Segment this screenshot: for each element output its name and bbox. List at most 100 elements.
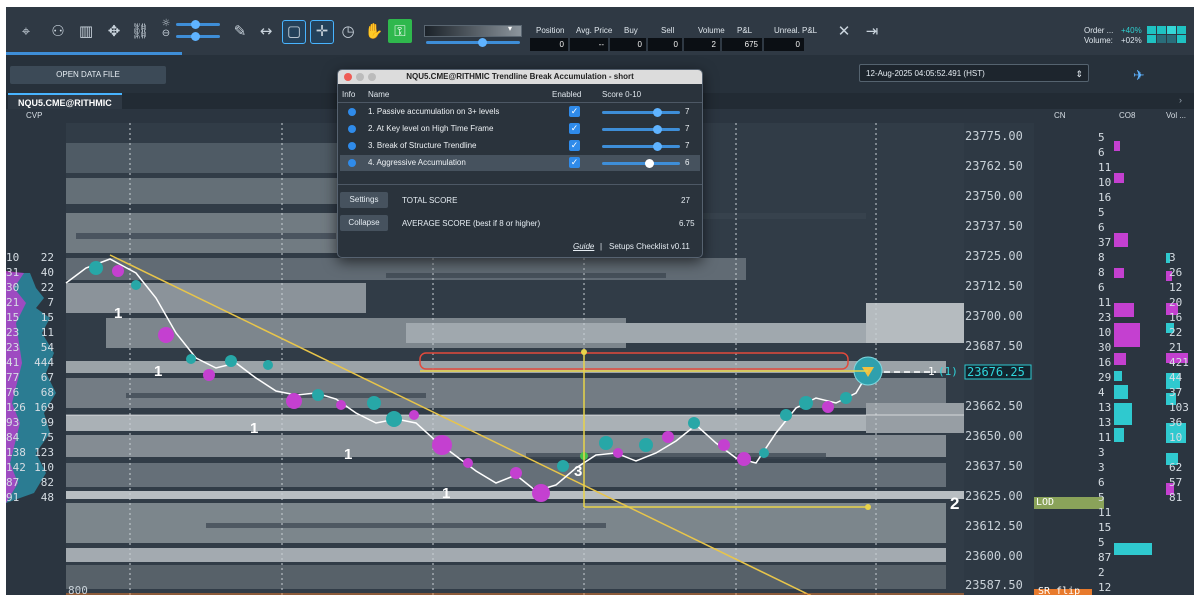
- pnl-value: 675: [722, 38, 762, 51]
- checklist-row[interactable]: 2. At Key level on High Time Frame ✓ 7: [340, 121, 700, 137]
- checklist-row[interactable]: 4. Aggressive Accumulation ✓ 6: [340, 155, 700, 171]
- price-label: 23750.00: [965, 189, 1023, 203]
- chat-icon[interactable]: ▢: [282, 20, 306, 44]
- co8-value: 3: [1098, 446, 1105, 459]
- timer-icon[interactable]: ◷: [338, 21, 358, 41]
- open-data-file-button[interactable]: OPEN DATA FILE: [10, 66, 166, 84]
- chevron-right-icon[interactable]: ›: [1179, 95, 1182, 105]
- enabled-checkbox[interactable]: ✓: [569, 157, 580, 168]
- co8-value: 11: [1098, 431, 1112, 444]
- setup-checklist-dialog[interactable]: NQU5.CME@RITHMIC Trendline Break Accumul…: [337, 69, 703, 258]
- cn-header[interactable]: CN: [1054, 111, 1066, 120]
- co8-value: 5: [1098, 536, 1105, 549]
- volume-value: 2: [684, 38, 720, 51]
- checklist-item-name: 2. At Key level on High Time Frame: [368, 124, 494, 133]
- price-label: 23762.50: [965, 159, 1023, 173]
- unreal-pnl-value: 0: [764, 38, 804, 51]
- volume-label: Volume:: [1084, 36, 1113, 45]
- collapse-button[interactable]: Collapse: [340, 215, 388, 231]
- current-price-label: 23676.25: [967, 365, 1025, 379]
- co8-value: 23: [1098, 311, 1112, 324]
- enabled-checkbox[interactable]: ✓: [569, 140, 580, 151]
- brightness-icon[interactable]: ☼ ⊖: [156, 19, 176, 39]
- sell-value: 0: [648, 38, 682, 51]
- checklist-row[interactable]: 3. Break of Structure Trendline ✓ 7: [340, 138, 700, 154]
- guide-link[interactable]: Guide: [573, 242, 594, 251]
- wave-label: 1: [114, 305, 123, 322]
- score-value: 6: [685, 158, 690, 167]
- vol-header[interactable]: Vol ...: [1166, 111, 1186, 120]
- hand-icon[interactable]: ✋: [364, 21, 384, 41]
- score-slider[interactable]: [602, 142, 680, 151]
- score-value: 7: [685, 141, 690, 150]
- co8-value: 37: [1098, 236, 1112, 249]
- contrast-slider[interactable]: [176, 32, 220, 41]
- stepper-icon[interactable]: ⇕: [1075, 65, 1083, 83]
- co8-value: 3: [1098, 461, 1105, 474]
- co8-header[interactable]: CO8: [1119, 111, 1135, 120]
- drag-icon[interactable]: ✥: [104, 21, 124, 41]
- info-icon[interactable]: [348, 159, 356, 167]
- link-icon[interactable]: ⛓: [130, 21, 150, 41]
- avg-price-header: Avg. Price: [576, 26, 613, 35]
- price-label: 23600.00: [965, 549, 1023, 563]
- score-slider[interactable]: [602, 159, 680, 168]
- co8-value: 11: [1098, 506, 1112, 519]
- vol-value: 37: [1169, 386, 1183, 399]
- brightness-slider[interactable]: [176, 20, 220, 29]
- maximize-window-icon[interactable]: [368, 73, 376, 81]
- cvp-row: 93 99: [6, 416, 54, 429]
- settings-button[interactable]: Settings: [340, 192, 388, 208]
- drawing-pencil-icon[interactable]: ✎: [230, 21, 250, 41]
- sr-flip-label: SR flip: [1038, 586, 1081, 595]
- enabled-checkbox[interactable]: ✓: [569, 123, 580, 134]
- checklist-row[interactable]: 1. Passive accumulation on 3+ levels ✓ 7: [340, 104, 700, 120]
- version-label: Setups Checklist v0.11: [609, 242, 690, 251]
- lod-label: LOD: [1036, 497, 1055, 508]
- cvp-row: 87 82: [6, 476, 54, 489]
- vol-value: 36: [1169, 416, 1183, 429]
- vol-value: 16: [1169, 311, 1183, 324]
- pin-icon[interactable]: ✈: [1133, 67, 1145, 84]
- bar-chart-icon[interactable]: ▥: [76, 21, 96, 41]
- exit-icon[interactable]: ⇥: [862, 21, 882, 41]
- order-marker[interactable]: 1: [928, 365, 935, 378]
- co8-value: 16: [1098, 191, 1112, 204]
- minimize-window-icon[interactable]: [356, 73, 364, 81]
- price-label: 23662.50: [965, 399, 1023, 413]
- cvp-header[interactable]: CVP: [26, 111, 42, 120]
- co8-value: 6: [1098, 221, 1105, 234]
- tab-symbol[interactable]: NQU5.CME@RITHMIC: [8, 93, 122, 109]
- enabled-checkbox[interactable]: ✓: [569, 106, 580, 117]
- co8-value: 30: [1098, 341, 1112, 354]
- measure-icon[interactable]: ↔: [256, 21, 276, 41]
- target-icon[interactable]: ⌖: [16, 21, 36, 41]
- dialog-titlebar[interactable]: NQU5.CME@RITHMIC Trendline Break Accumul…: [338, 70, 702, 84]
- co8-value: 10: [1098, 176, 1112, 189]
- nodes-icon[interactable]: ⚇: [48, 21, 68, 41]
- datetime-field[interactable]: 12-Aug-2025 04:05:52.491 (HST) ⇕: [859, 64, 1089, 82]
- order-label: Order ...: [1084, 26, 1114, 35]
- info-icon[interactable]: [348, 125, 356, 133]
- checklist-item-name: 4. Aggressive Accumulation: [368, 158, 466, 167]
- score-slider[interactable]: [602, 125, 680, 134]
- info-icon[interactable]: [348, 108, 356, 116]
- crosshair-icon[interactable]: ✛: [310, 20, 334, 44]
- co8-value: 11: [1098, 296, 1112, 309]
- lock-icon[interactable]: ⚿: [388, 19, 412, 43]
- cvp-row: 126 169: [6, 401, 54, 414]
- co8-value: 6: [1098, 476, 1105, 489]
- info-icon[interactable]: [348, 142, 356, 150]
- chevron-down-icon[interactable]: ▾: [508, 24, 512, 33]
- close-icon[interactable]: ✕: [834, 21, 854, 41]
- opacity-slider[interactable]: [426, 38, 520, 47]
- name-column-header: Name: [368, 90, 390, 99]
- score-slider[interactable]: [602, 108, 680, 117]
- price-label: 23725.00: [965, 249, 1023, 263]
- cvp-row: 76 68: [6, 386, 54, 399]
- co8-value: 29: [1098, 371, 1112, 384]
- position-value: 0: [530, 38, 568, 51]
- score-column-header: Score 0-10: [602, 90, 642, 99]
- co8-value: 8: [1098, 266, 1105, 279]
- close-window-icon[interactable]: [344, 73, 352, 81]
